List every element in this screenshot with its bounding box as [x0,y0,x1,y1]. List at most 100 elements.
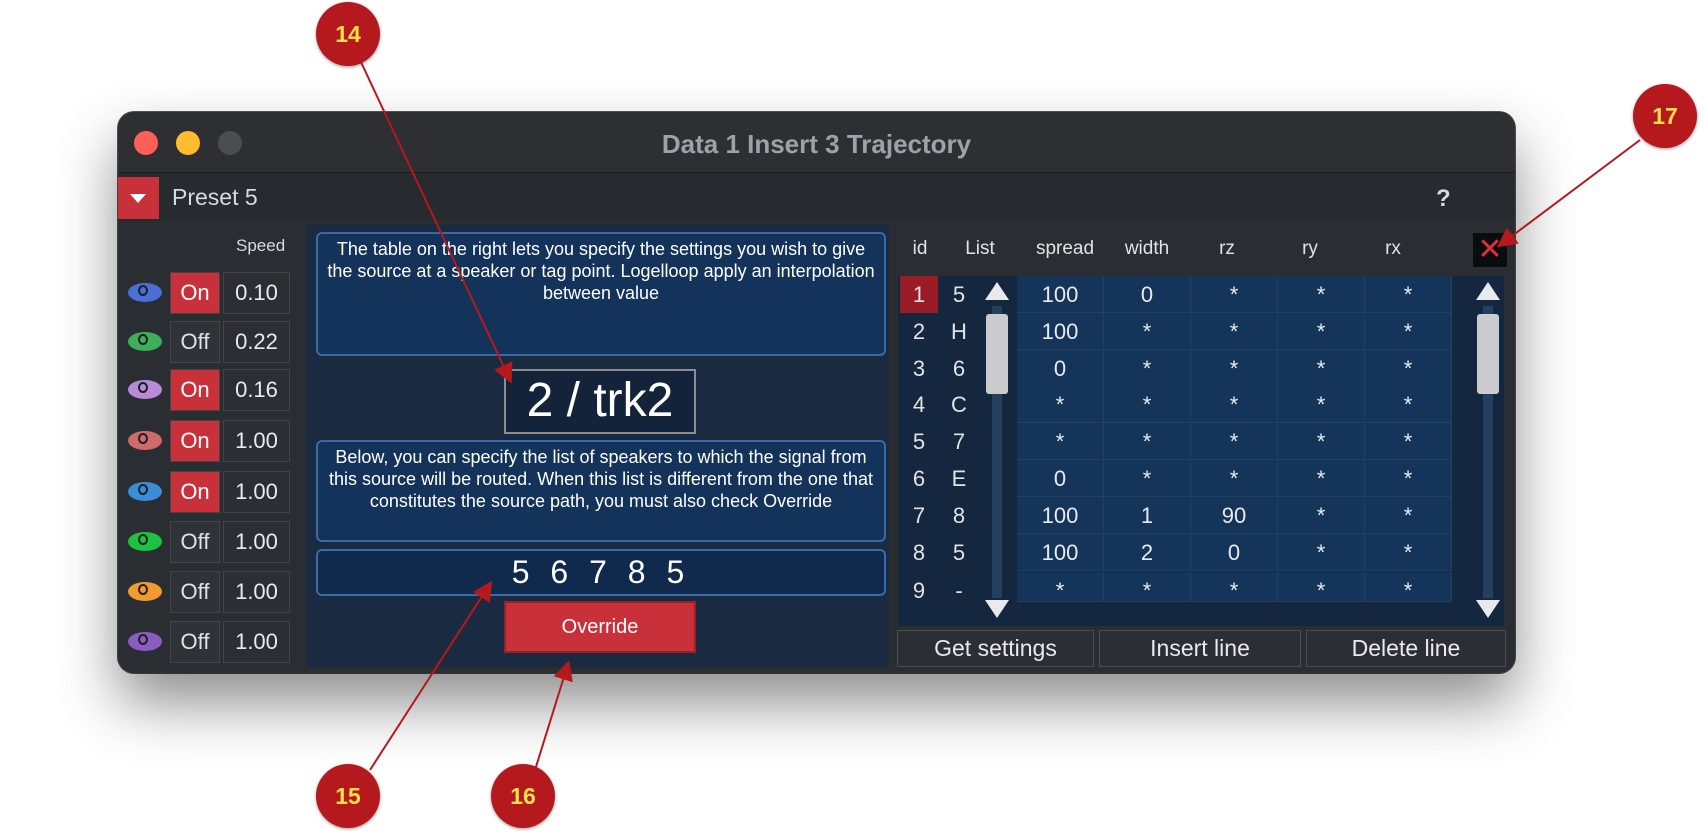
speed-field[interactable]: 1.00 [223,621,290,663]
row-list-cell[interactable]: 5 [939,276,979,313]
table-cell-spread[interactable]: 100 [1017,313,1104,350]
table-cell-rx[interactable]: * [1365,572,1452,603]
table-scrollbar[interactable] [1474,276,1502,626]
override-button[interactable]: Override [504,601,696,653]
table-cell-spread[interactable]: * [1017,423,1104,460]
table-cell-rx[interactable]: * [1365,534,1452,571]
table-cell-ry[interactable]: * [1278,534,1365,571]
table-cell-rx[interactable]: * [1365,386,1452,423]
table-cell-ry[interactable]: * [1278,460,1365,497]
speed-field[interactable]: 0.10 [223,272,290,314]
table-cell-rz[interactable]: * [1191,276,1278,313]
scroll-up-icon[interactable] [1476,282,1500,300]
source-toggle-button[interactable]: On [170,369,220,411]
close-table-icon[interactable]: ✕ [1473,233,1507,267]
row-list-cell[interactable]: H [939,313,979,350]
table-cell-width[interactable]: * [1104,350,1191,387]
table-cell-width[interactable]: 0 [1104,276,1191,313]
table-cell-width[interactable]: * [1104,423,1191,460]
table-cell-rz[interactable]: 90 [1191,497,1278,534]
help-button[interactable]: ? [1436,185,1451,213]
table-cell-width[interactable]: 1 [1104,497,1191,534]
table-cell-width[interactable]: 2 [1104,534,1191,571]
get-settings-button[interactable]: Get settings [897,630,1094,667]
eye-icon[interactable] [128,431,162,450]
table-cell-rz[interactable]: * [1191,572,1278,603]
row-list-cell[interactable]: 5 [939,534,979,571]
row-id-cell[interactable]: 8 [900,534,938,571]
table-cell-rx[interactable]: * [1365,313,1452,350]
speed-field[interactable]: 1.00 [223,420,290,462]
speed-field[interactable]: 1.00 [223,521,290,563]
scroll-thumb[interactable] [1477,314,1499,394]
eye-icon[interactable] [128,632,162,651]
table-cell-rx[interactable]: * [1365,460,1452,497]
table-cell-rz[interactable]: * [1191,460,1278,497]
list-scrollbar[interactable] [983,276,1011,626]
source-toggle-button[interactable]: Off [170,621,220,663]
eye-icon[interactable] [128,482,162,501]
table-cell-rx[interactable]: * [1365,350,1452,387]
row-list-cell[interactable]: 6 [939,350,979,387]
source-toggle-button[interactable]: On [170,471,220,513]
table-cell-rx[interactable]: * [1365,497,1452,534]
row-list-cell[interactable]: C [939,386,979,423]
scroll-up-icon[interactable] [985,282,1009,300]
source-toggle-button[interactable]: Off [170,521,220,563]
source-toggle-button[interactable]: On [170,272,220,314]
table-cell-ry[interactable]: * [1278,313,1365,350]
table-cell-spread[interactable]: 100 [1017,534,1104,571]
row-id-cell[interactable]: 9 [900,572,938,609]
table-cell-rz[interactable]: * [1191,313,1278,350]
source-toggle-button[interactable]: Off [170,571,220,613]
row-id-cell[interactable]: 3 [900,350,938,387]
table-cell-spread[interactable]: 0 [1017,460,1104,497]
eye-icon[interactable] [128,582,162,601]
table-cell-rz[interactable]: * [1191,350,1278,387]
row-id-cell[interactable]: 5 [900,423,938,460]
table-cell-rx[interactable]: * [1365,276,1452,313]
table-cell-ry[interactable]: * [1278,350,1365,387]
table-cell-width[interactable]: * [1104,313,1191,350]
row-list-cell[interactable]: - [939,572,979,609]
speed-field[interactable]: 1.00 [223,571,290,613]
row-id-cell[interactable]: 1 [900,276,938,313]
eye-icon[interactable] [128,332,162,351]
scroll-down-icon[interactable] [985,600,1009,618]
table-cell-spread[interactable]: 0 [1017,350,1104,387]
delete-line-button[interactable]: Delete line [1306,630,1506,667]
table-cell-rz[interactable]: * [1191,386,1278,423]
row-id-cell[interactable]: 7 [900,497,938,534]
speaker-list-field[interactable]: 5 6 7 8 5 [316,549,886,596]
source-toggle-button[interactable]: On [170,420,220,462]
eye-icon[interactable] [128,283,162,302]
row-list-cell[interactable]: E [939,460,979,497]
row-id-cell[interactable]: 4 [900,386,938,423]
row-list-cell[interactable]: 8 [939,497,979,534]
speed-field[interactable]: 1.00 [223,471,290,513]
table-cell-spread[interactable]: 100 [1017,276,1104,313]
table-cell-spread[interactable]: * [1017,572,1104,603]
table-cell-rz[interactable]: 0 [1191,534,1278,571]
row-id-cell[interactable]: 2 [900,313,938,350]
table-cell-rz[interactable]: * [1191,423,1278,460]
table-cell-width[interactable]: * [1104,460,1191,497]
row-list-cell[interactable]: 7 [939,423,979,460]
eye-icon[interactable] [128,532,162,551]
eye-icon[interactable] [128,380,162,399]
scroll-down-icon[interactable] [1476,600,1500,618]
table-cell-ry[interactable]: * [1278,386,1365,423]
table-cell-ry[interactable]: * [1278,276,1365,313]
table-cell-ry[interactable]: * [1278,497,1365,534]
table-cell-spread[interactable]: * [1017,386,1104,423]
table-cell-spread[interactable]: 100 [1017,497,1104,534]
table-cell-rx[interactable]: * [1365,423,1452,460]
source-toggle-button[interactable]: Off [170,321,220,363]
table-cell-width[interactable]: * [1104,572,1191,603]
table-cell-ry[interactable]: * [1278,423,1365,460]
scroll-thumb[interactable] [986,314,1008,394]
insert-line-button[interactable]: Insert line [1099,630,1301,667]
row-id-cell[interactable]: 6 [900,460,938,497]
speed-field[interactable]: 0.16 [223,369,290,411]
table-cell-width[interactable]: * [1104,386,1191,423]
